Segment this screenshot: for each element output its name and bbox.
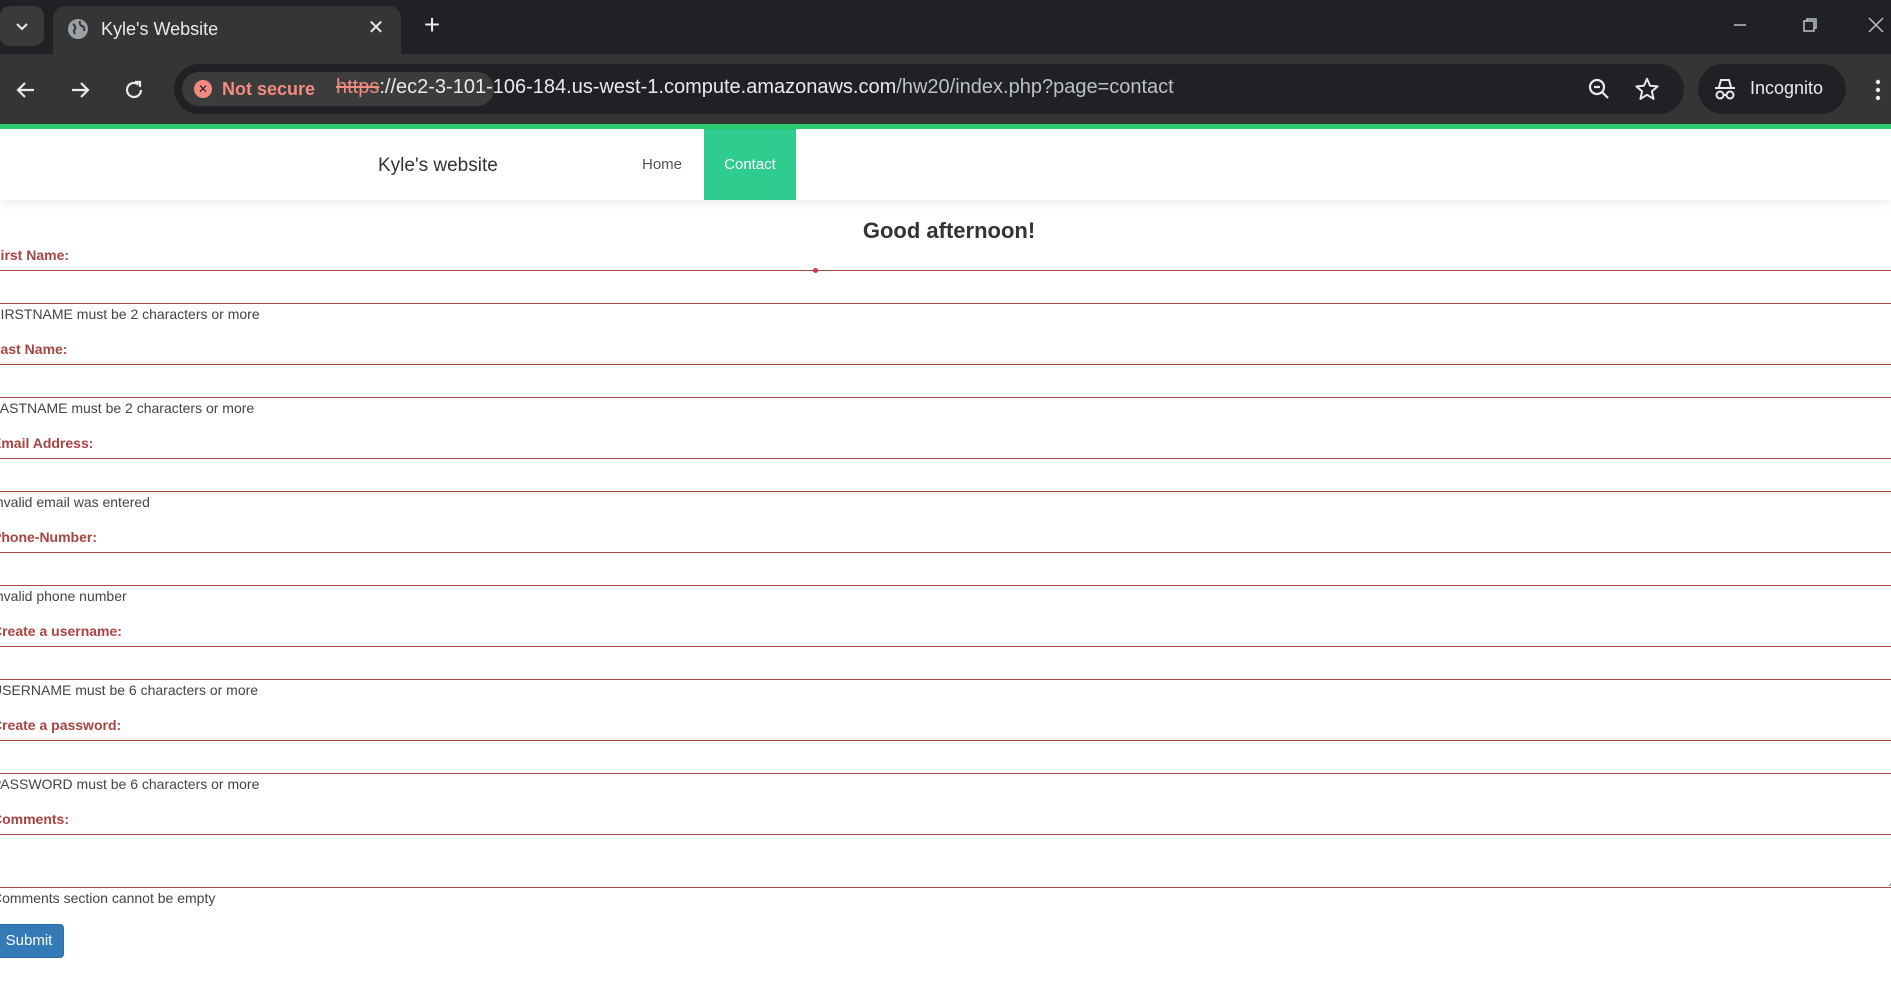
close-window-icon[interactable]	[1856, 10, 1891, 40]
browser-chrome: Kyle's Website ✕ + ✕ Not secure https://…	[0, 0, 1891, 128]
reload-icon[interactable]	[114, 70, 154, 110]
page-greeting: Good afternoon!	[862, 218, 1036, 243]
url-path: /hw20/index.php?page=contact	[896, 76, 1174, 98]
email-input[interactable]	[0, 458, 1891, 492]
globe-icon	[68, 19, 88, 39]
phone-input[interactable]	[0, 552, 1891, 586]
first-name-label: First Name:	[0, 247, 70, 263]
submit-button[interactable]: Submit	[0, 924, 64, 958]
username-error: USERNAME must be 6 characters or more	[0, 682, 259, 698]
incognito-indicator[interactable]: Incognito	[1698, 64, 1846, 114]
last-name-error: LASTNAME must be 2 characters or more	[0, 400, 255, 416]
url-host: ://ec2-3-101-106-184.us-west-1.compute.a…	[379, 76, 897, 98]
tab-strip: Kyle's Website ✕ +	[0, 0, 1891, 54]
warning-icon: ✕	[194, 80, 212, 98]
more-menu-icon[interactable]	[1868, 70, 1888, 110]
url-text[interactable]: https://ec2-3-101-106-184.us-west-1.comp…	[336, 76, 1174, 99]
nav-link-home[interactable]: Home	[620, 129, 704, 200]
new-tab-button[interactable]: +	[416, 10, 448, 42]
zoom-icon[interactable]	[1584, 74, 1614, 104]
minimize-icon[interactable]	[1720, 10, 1760, 40]
password-error: PASSWORD must be 6 characters or more	[0, 776, 260, 792]
comments-error: Comments section cannot be empty	[0, 890, 216, 906]
site-brand[interactable]: Kyle's website	[378, 155, 498, 177]
password-input[interactable]	[0, 740, 1891, 774]
close-tab-icon[interactable]: ✕	[363, 15, 389, 41]
email-label: Email Address:	[0, 435, 94, 451]
first-name-input[interactable]	[0, 270, 1891, 304]
incognito-icon	[1715, 79, 1735, 100]
nav-link-contact[interactable]: Contact	[704, 129, 796, 200]
username-input[interactable]	[0, 646, 1891, 680]
browser-toolbar: ✕ Not secure https://ec2-3-101-106-184.u…	[0, 54, 1891, 124]
url-protocol: https	[336, 76, 380, 98]
comments-label: Comments:	[0, 811, 70, 827]
address-bar[interactable]: ✕ Not secure https://ec2-3-101-106-184.u…	[174, 64, 1684, 114]
chevron-down-icon	[16, 23, 28, 31]
tab-title: Kyle's Website	[101, 19, 219, 39]
restore-icon[interactable]	[1790, 10, 1830, 40]
browser-tab[interactable]: Kyle's Website ✕	[53, 6, 401, 54]
last-name-label: Last Name:	[0, 341, 68, 357]
tab-search-button[interactable]	[0, 6, 44, 46]
incognito-label: Incognito	[1750, 78, 1824, 98]
bookmark-star-icon[interactable]	[1632, 74, 1662, 104]
forward-arrow-icon[interactable]	[60, 70, 100, 110]
phone-label: Phone-Number:	[0, 529, 97, 545]
email-error: Invalid email was entered	[0, 494, 150, 510]
cursor-marker	[813, 268, 818, 273]
phone-error: Invalid phone number	[0, 588, 127, 604]
security-label: Not secure	[222, 79, 316, 99]
username-label: Create a username:	[0, 623, 122, 639]
password-label: Create a password:	[0, 717, 122, 733]
last-name-input[interactable]	[0, 364, 1891, 398]
comments-textarea[interactable]	[0, 834, 1891, 888]
back-arrow-icon[interactable]	[6, 70, 46, 110]
site-navbar: Kyle's website Home Contact	[0, 129, 1891, 200]
first-name-error: FIRSTNAME must be 2 characters or more	[0, 306, 260, 322]
